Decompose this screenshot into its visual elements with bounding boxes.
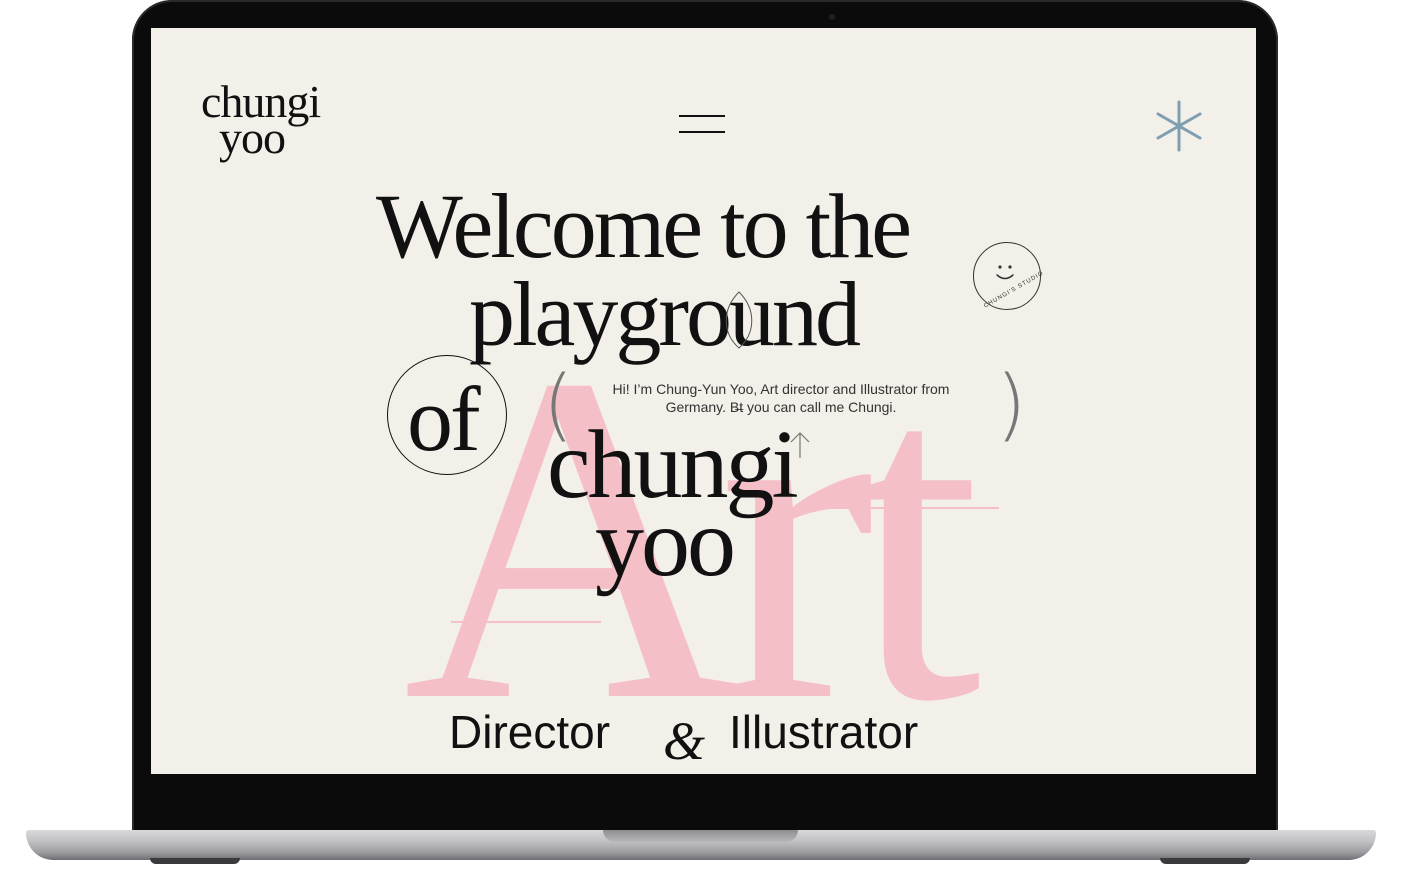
hamburger-menu-icon[interactable] — [679, 112, 725, 136]
art-decoration-line — [761, 507, 999, 509]
hero-name: chungi yoo — [547, 416, 799, 592]
art-decoration-line — [451, 621, 601, 623]
camera — [829, 14, 835, 20]
website-screen: Art chungi yoo Welcome to the playground… — [151, 28, 1256, 774]
hero-heading-line-3: of — [407, 368, 481, 470]
laptop-foot-right — [1160, 858, 1250, 864]
hero-heading-line-2: playground — [469, 263, 861, 365]
leaf-icon — [725, 291, 753, 349]
role-ampersand: & — [663, 711, 706, 771]
laptop-foot-left — [150, 858, 240, 864]
role-illustrator: Illustrator — [729, 706, 919, 758]
paren-close: ) — [996, 360, 1027, 450]
asterisk-icon[interactable] — [1151, 98, 1207, 154]
logo-line-2: yoo — [219, 112, 286, 163]
arrow-up-icon — [790, 432, 810, 458]
hero-heading-line-1: Welcome to the — [376, 175, 912, 277]
studio-badge[interactable]: CHUNGI'S STUDIO — [973, 242, 1045, 310]
site-logo[interactable]: chungi yoo — [201, 79, 351, 163]
role-director: Director — [449, 706, 611, 758]
laptop-notch — [603, 830, 798, 842]
